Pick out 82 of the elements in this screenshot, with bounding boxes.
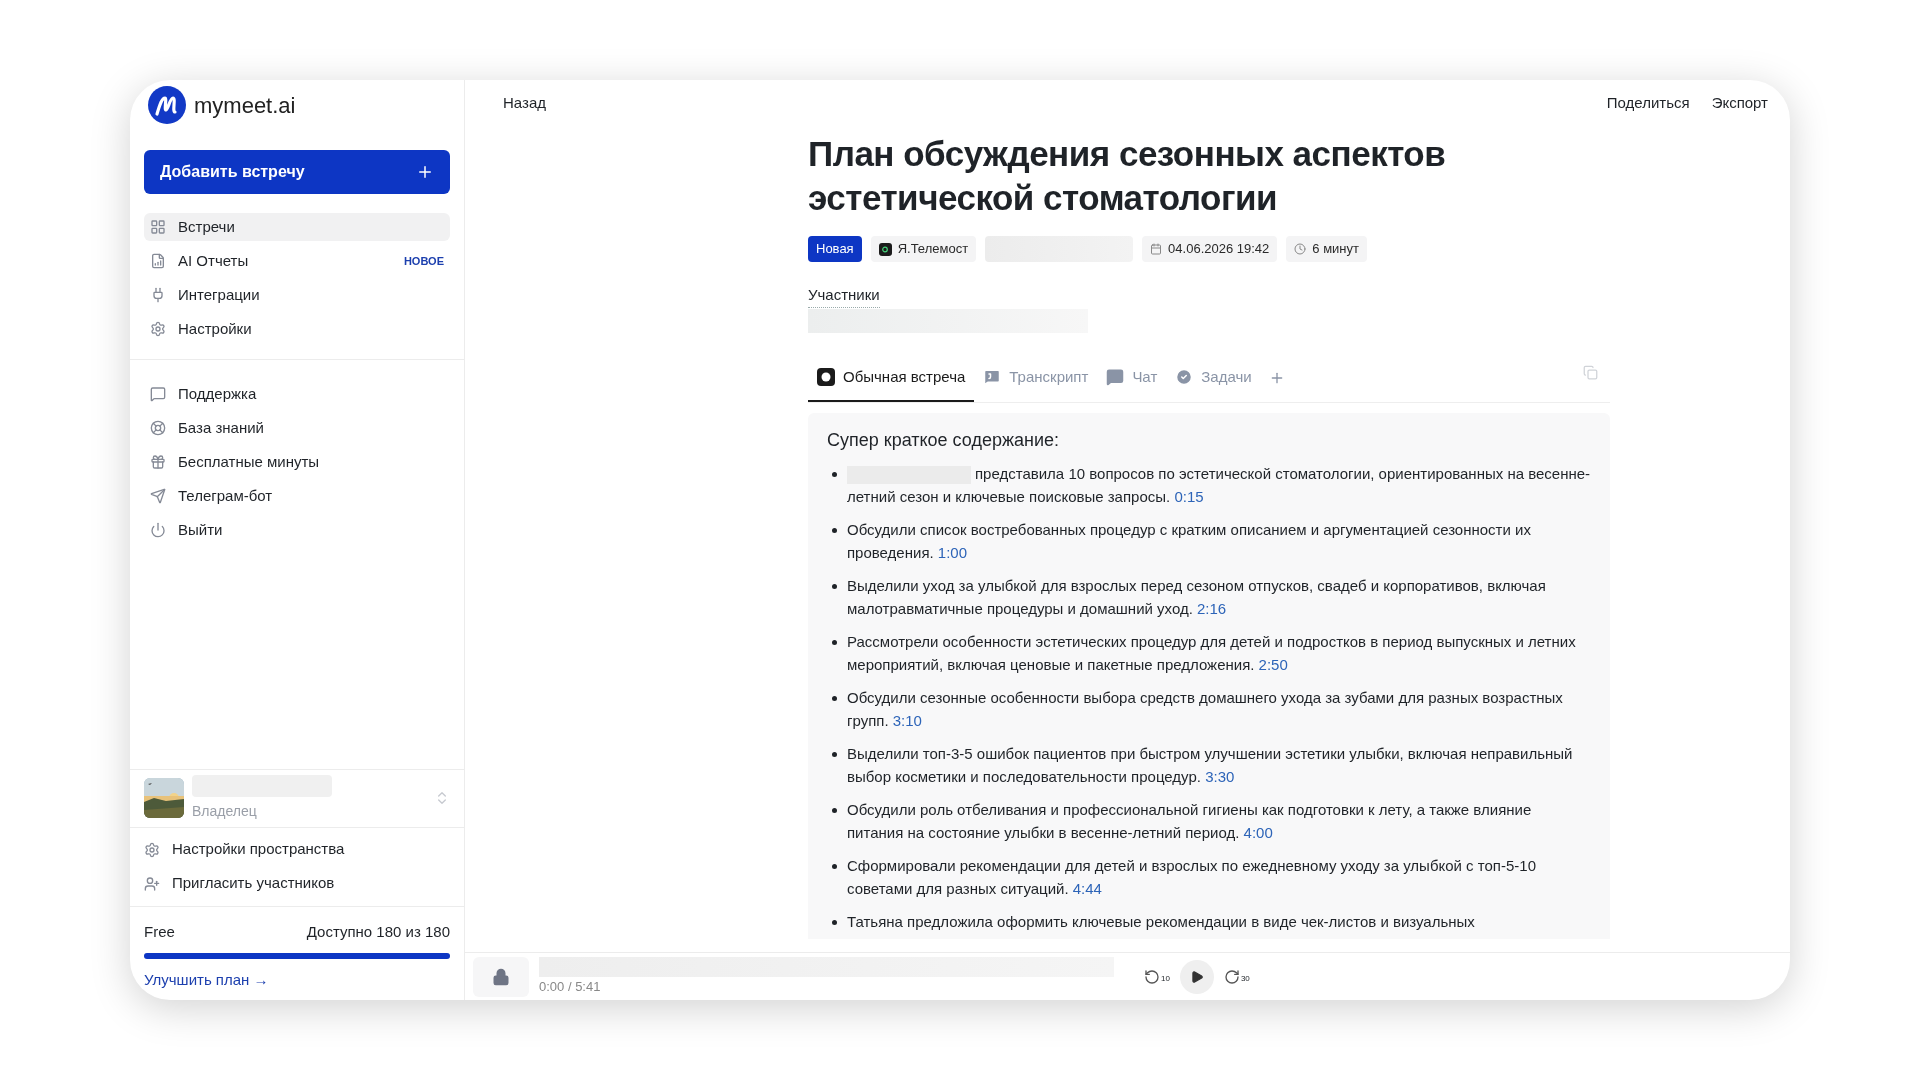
header-action-link[interactable]: Экспорт <box>1711 91 1768 115</box>
timestamp-link[interactable]: 2:16 <box>1197 600 1227 617</box>
meeting-title: План обсуждения сезонных аспектов эстетической стоматологии <box>808 133 1447 219</box>
forward-button[interactable]: 30 <box>1223 968 1250 985</box>
summary-heading: Супер краткое содержание: <box>827 428 1060 452</box>
summary-point: представила 10 вопросов по эстетической стоматологии, ориентированных на весенне-летний сезон и ключевые поисковые запросы. 0:15 <box>847 463 1591 507</box>
nav-label: AI Отчеты <box>178 250 250 271</box>
logo-text: mymeet.ai <box>194 91 296 120</box>
paper-plane-icon <box>150 488 166 504</box>
report-icon <box>150 253 166 269</box>
copy-icon[interactable] <box>1583 364 1598 380</box>
play-icon <box>1189 969 1204 984</box>
header-action-link[interactable]: Поделиться <box>1606 91 1690 115</box>
menu-item[interactable]: Настройки пространства <box>144 835 450 864</box>
summary-point: Сформировали рекомендации для детей и взрослых по ежедневному уходу за улыбкой с топ-5-10 советами для разных ситуаций. 4:44 <box>847 855 1537 899</box>
plus-icon <box>416 163 434 181</box>
quote-bubble-icon <box>983 368 1002 386</box>
nav-label: Интеграции <box>178 284 261 305</box>
skip-seconds: 10 <box>1161 972 1170 985</box>
lock-icon <box>492 967 510 986</box>
participants-label: Участники <box>808 284 880 308</box>
timestamp-link[interactable]: 0:15 <box>1174 488 1204 505</box>
date-chip: 04.06.2026 19:42 <box>1142 236 1278 262</box>
new-label: НОВОЕ <box>403 253 444 269</box>
nav-item[interactable]: Интеграции <box>144 281 450 309</box>
timestamp-link[interactable]: 1:00 <box>937 544 968 561</box>
platform-chip: Я.Телемост <box>870 236 977 262</box>
gift-icon <box>150 454 166 470</box>
chat-bubble-icon <box>150 386 166 402</box>
nav-item[interactable]: AI Отчеты НОВОЕ <box>144 247 450 275</box>
rewind-button[interactable]: 10 <box>1144 968 1170 985</box>
summary-point: Выделили уход за улыбкой для взрослых перед сезоном отпусков, свадеб и корпоративов, включая малотравматичные процедуры и домашний уход. 2:16 <box>847 575 1547 619</box>
lock-button[interactable] <box>473 956 529 997</box>
record-icon <box>817 368 835 386</box>
lifebuoy-icon <box>150 420 166 436</box>
power-icon <box>150 522 166 538</box>
status-badge: Новая <box>808 236 862 262</box>
add-meeting-button[interactable]: Добавить встречу <box>144 150 450 194</box>
add-user-icon <box>144 875 160 892</box>
summary-point: Обсудили сезонные особенности выбора средств домашнего ухода за зубами для разных возрастных групп. 3:10 <box>847 687 1564 731</box>
summary-point: Рассмотрели особенности эстетических процедур для детей и подростков в период выпускных и летних мероприятий, включая ценовые и пакетные предложения. 2:50 <box>847 631 1577 675</box>
menu-item[interactable]: Телеграм-бот <box>144 482 450 510</box>
forward-icon <box>1223 968 1240 985</box>
timestamp-link[interactable]: 4:00 <box>1243 824 1273 841</box>
nav-item[interactable]: Настройки <box>144 315 450 343</box>
plan-name: Free <box>144 921 175 942</box>
duration-chip: 6 минут <box>1286 236 1367 262</box>
menu-item[interactable]: База знаний <box>144 414 450 442</box>
grid-icon <box>150 219 166 235</box>
summary-point: Татьяна предложила оформить ключевые рекомендации в виде чек-листов и визуальных <box>847 911 1476 932</box>
calendar-icon <box>1150 243 1163 255</box>
timestamp-link[interactable]: 2:50 <box>1258 656 1288 673</box>
logo-icon <box>148 86 186 124</box>
rewind-icon <box>1144 968 1160 985</box>
summary-point: Обсудили список востребованных процедур с кратким описанием и аргументацией сезонности их проведения. 1:00 <box>847 519 1532 563</box>
play-button[interactable] <box>1179 959 1214 994</box>
chat-bubble-icon <box>1106 368 1125 386</box>
nav-label: Встречи <box>178 216 236 237</box>
timestamp-link[interactable]: 3:30 <box>1205 768 1235 785</box>
menu-item[interactable]: Бесплатные минуты <box>144 448 450 476</box>
nav-label: Настройки <box>178 318 253 339</box>
nav-item[interactable]: Встречи <box>144 213 450 241</box>
skip-seconds: 30 <box>1240 972 1250 985</box>
role-label: Владелец <box>192 801 258 821</box>
plug-icon <box>150 287 166 303</box>
check-circle-icon <box>1175 368 1194 386</box>
settings-icon <box>144 841 160 858</box>
menu-item[interactable]: Поддержка <box>144 380 450 408</box>
video-app-icon <box>878 242 892 256</box>
menu-item[interactable]: Пригласить участников <box>144 869 450 898</box>
timestamp-link[interactable]: 3:10 <box>892 712 922 729</box>
settings-icon <box>150 321 166 337</box>
back-link[interactable]: Назад <box>503 91 546 115</box>
summary-point: Обсудили роль отбеливания и профессиональной гигиены как подготовки к лету, а также влияние питания на состояние улыбки в весенне-летний период. 4:00 <box>847 799 1533 843</box>
summary-point: Выделили топ-3-5 ошибок пациентов при быстром улучшении эстетики улыбки, включая неправильный выбор косметики и последовательности процедур. 3:30 <box>847 743 1574 787</box>
menu-item[interactable]: Выйти <box>144 516 450 544</box>
playback-time: 0:00 / 5:41 <box>539 977 602 996</box>
timestamp-link[interactable]: 4:44 <box>1072 880 1102 897</box>
minutes-available: Доступно 180 из 180 <box>306 921 450 942</box>
clock-icon <box>1294 243 1307 255</box>
tab[interactable]: Обычная встреча <box>808 354 975 402</box>
upgrade-link[interactable]: Улучшить план → <box>144 969 269 992</box>
